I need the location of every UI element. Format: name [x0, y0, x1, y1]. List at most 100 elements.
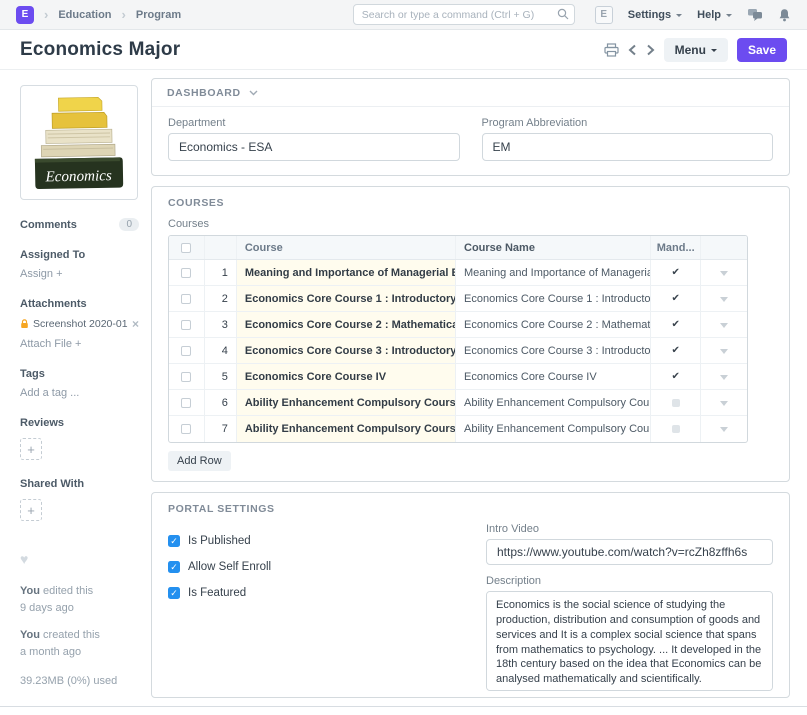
portal-right-column: Intro Video Description Economics is the…	[486, 523, 773, 698]
courses-field-label: Courses	[168, 218, 773, 230]
unchecked-box-icon	[672, 399, 680, 407]
assigned-to-section: Assigned To Assign +	[20, 249, 139, 280]
checkbox-is-featured[interactable]: ✓Is Featured	[168, 587, 464, 599]
row-dropdown-icon[interactable]	[701, 364, 747, 389]
row-dropdown-icon[interactable]	[701, 390, 747, 415]
row-index[interactable]: 7	[205, 416, 237, 442]
mandatory-cell[interactable]: ✔	[651, 286, 701, 311]
mandatory-cell[interactable]: ✔	[651, 364, 701, 389]
row-dropdown-icon[interactable]	[701, 338, 747, 363]
portal-settings-fields: ✓Is Published ✓Allow Self Enroll ✓Is Featu…	[168, 523, 773, 698]
chevron-right-icon: ›	[44, 7, 48, 22]
row-index[interactable]: 5	[205, 364, 237, 389]
row-dropdown-icon[interactable]	[701, 416, 747, 442]
row-dropdown-icon[interactable]	[701, 260, 747, 285]
print-icon[interactable]	[604, 43, 619, 57]
row-select-checkbox[interactable]	[169, 286, 205, 311]
comments-count: 0	[119, 218, 139, 231]
portal-checkboxes: ✓Is Published ✓Allow Self Enroll ✓Is Featu…	[168, 523, 464, 698]
row-select-checkbox[interactable]	[169, 338, 205, 363]
program-abbreviation-field: Program Abbreviation	[482, 117, 774, 161]
check-icon: ✔	[672, 267, 680, 278]
check-icon: ✔	[672, 371, 680, 382]
select-all-checkbox[interactable]	[169, 236, 205, 259]
previous-document-icon[interactable]	[628, 44, 637, 56]
courses-table: Course Course Name Mand... 1Meaning and …	[168, 235, 748, 443]
courses-table-body: 1Meaning and Importance of Managerial Ec…	[169, 260, 747, 442]
assign-button[interactable]: Assign +	[20, 268, 63, 280]
row-index[interactable]: 2	[205, 286, 237, 311]
row-dropdown-icon[interactable]	[701, 312, 747, 337]
program-abbreviation-input[interactable]	[482, 133, 774, 161]
checked-checkbox-icon: ✓	[168, 587, 180, 599]
storage-used: 39.23MB (0%) used	[20, 675, 139, 687]
mandatory-cell[interactable]: ✔	[651, 260, 701, 285]
plus-icon: +	[56, 268, 62, 280]
add-tag-input[interactable]: Add a tag ...	[20, 387, 79, 399]
search-input[interactable]	[353, 4, 575, 25]
settings-menu[interactable]: Settings	[628, 9, 682, 21]
breadcrumb-program[interactable]: Program	[136, 9, 181, 21]
like-heart-icon[interactable]: ♥	[20, 551, 139, 567]
navbar: E › Education › Program E Settings Help	[0, 0, 807, 30]
edited-info[interactable]: You edited this 9 days ago	[20, 583, 139, 617]
add-review-button[interactable]: +	[20, 438, 42, 460]
save-button[interactable]: Save	[737, 38, 787, 62]
checkbox-allow-self-enroll[interactable]: ✓Allow Self Enroll	[168, 561, 464, 573]
chevron-down-icon	[711, 49, 717, 55]
course-cell[interactable]: Economics Core Course 1 : Introductory M…	[237, 286, 456, 311]
row-index[interactable]: 1	[205, 260, 237, 285]
add-row-button[interactable]: Add Row	[168, 451, 231, 471]
row-select-checkbox[interactable]	[169, 364, 205, 389]
comments-section[interactable]: Comments 0	[20, 218, 139, 231]
course-name-cell[interactable]: Economics Core Course IV	[456, 364, 651, 389]
row-index[interactable]: 6	[205, 390, 237, 415]
mandatory-cell[interactable]	[651, 390, 701, 415]
program-image[interactable]: Economics	[20, 85, 138, 200]
attachment-link[interactable]: Screenshot 2020-01...	[33, 318, 128, 330]
breadcrumb-education[interactable]: Education	[58, 9, 111, 21]
course-cell[interactable]: Economics Core Course IV	[237, 364, 456, 389]
attachment-item: Screenshot 2020-01... ×	[20, 317, 139, 331]
row-dropdown-icon[interactable]	[701, 286, 747, 311]
user-avatar[interactable]: E	[595, 6, 613, 24]
check-icon: ✔	[672, 345, 680, 356]
course-name-cell[interactable]: Economics Core Course 1 : Introductory M…	[456, 286, 651, 311]
mandatory-cell[interactable]: ✔	[651, 312, 701, 337]
row-select-checkbox[interactable]	[169, 390, 205, 415]
help-menu[interactable]: Help	[697, 9, 732, 21]
course-name-cell[interactable]: Meaning and Importance of Managerial Eco…	[456, 260, 651, 285]
course-cell[interactable]: Meaning and Importance of Managerial Eco…	[237, 260, 456, 285]
course-cell[interactable]: Economics Core Course 3 : Introductory M…	[237, 338, 456, 363]
course-cell[interactable]: Economics Core Course 2 : Mathematical M…	[237, 312, 456, 337]
attach-file-button[interactable]: Attach File +	[20, 338, 81, 350]
menu-button[interactable]: Menu	[664, 38, 728, 62]
department-input[interactable]	[168, 133, 460, 161]
course-cell[interactable]: Ability Enhancement Compulsory Course (A…	[237, 390, 456, 415]
mandatory-cell[interactable]	[651, 416, 701, 442]
dashboard-section-toggle[interactable]: DASHBOARD	[152, 79, 789, 107]
page-title: Economics Major	[20, 39, 180, 61]
chat-icon[interactable]	[747, 8, 763, 22]
app-logo[interactable]: E	[16, 6, 34, 24]
course-name-cell[interactable]: Ability Enhancement Compulsory Course (A…	[456, 390, 651, 415]
checkbox-is-published[interactable]: ✓Is Published	[168, 535, 464, 547]
next-document-icon[interactable]	[646, 44, 655, 56]
row-select-checkbox[interactable]	[169, 312, 205, 337]
remove-attachment-icon[interactable]: ×	[132, 317, 139, 331]
created-info[interactable]: You created this a month ago	[20, 627, 139, 661]
course-name-cell[interactable]: Ability Enhancement Compulsory Course (A…	[456, 416, 651, 442]
course-cell[interactable]: Ability Enhancement Compulsory Course (A…	[237, 416, 456, 442]
row-index[interactable]: 3	[205, 312, 237, 337]
add-share-button[interactable]: +	[20, 499, 42, 521]
row-select-checkbox[interactable]	[169, 260, 205, 285]
course-name-cell[interactable]: Economics Core Course 3 : Introductory M…	[456, 338, 651, 363]
course-name-cell[interactable]: Economics Core Course 2 : Mathematical M…	[456, 312, 651, 337]
shared-with-section: Shared With +	[20, 478, 139, 521]
intro-video-input[interactable]	[486, 539, 773, 565]
row-index[interactable]: 4	[205, 338, 237, 363]
mandatory-cell[interactable]: ✔	[651, 338, 701, 363]
notifications-bell-icon[interactable]	[778, 8, 791, 22]
row-select-checkbox[interactable]	[169, 416, 205, 442]
description-textarea[interactable]: Economics is the social science of study…	[486, 591, 773, 691]
